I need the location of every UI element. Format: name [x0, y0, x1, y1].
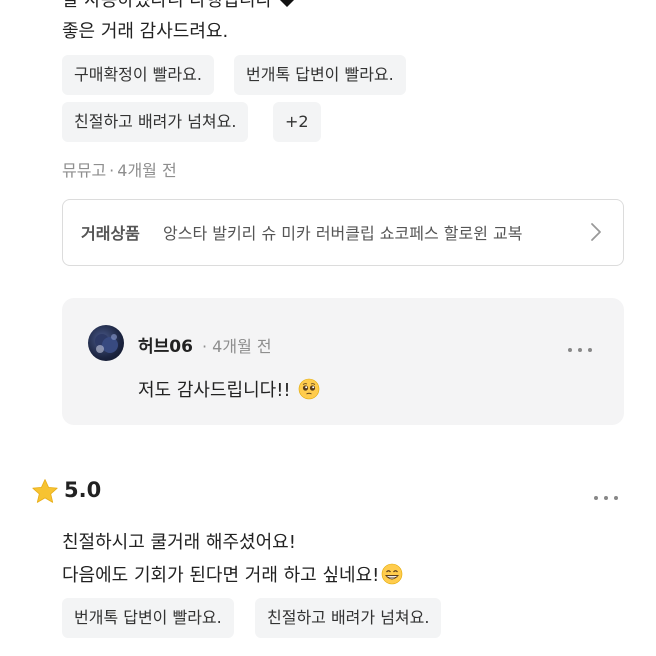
review-text-line-cut: 잘 사용하셨다니 다행입니다 [62, 0, 296, 12]
review-tag: 친절하고 배려가 넘쳐요. [255, 598, 442, 638]
more-icon[interactable] [594, 487, 628, 500]
rating-value: 5.0 [64, 478, 102, 502]
grinning-face-emoji [382, 563, 403, 585]
reply-text: 저도 감사드립니다!! [138, 376, 320, 402]
avatar-image [95, 334, 118, 353]
avatar[interactable] [88, 325, 124, 361]
review-text-line: 친절하시고 쿨거래 해주셨어요! [62, 532, 296, 553]
more-icon[interactable] [568, 339, 602, 352]
star-icon [32, 479, 58, 503]
review-meta: 뮤뮤고 · 4개월 전 [62, 161, 177, 180]
product-name: 앙스타 발키리 슈 미카 러버클립 쇼코페스 할로윈 교복 [163, 224, 523, 243]
reply-time: · 4개월 전 [202, 337, 272, 356]
more-tags-button[interactable]: +2 [273, 102, 321, 142]
review-tag: 번개톡 답변이 빨라요. [234, 55, 406, 95]
review-tag: 번개톡 답변이 빨라요. [62, 598, 234, 638]
product-card[interactable]: 거래상품 앙스타 발키리 슈 미카 러버클립 쇼코페스 할로윈 교복 [62, 199, 624, 266]
heart-icon [279, 0, 294, 7]
review-author[interactable]: 뮤뮤고 [62, 161, 106, 180]
chevron-right-icon [591, 223, 601, 241]
seller-reply: 허브06 · 4개월 전 저도 감사드립니다!! [62, 298, 624, 425]
review-tag: 친절하고 배려가 넘쳐요. [62, 102, 249, 142]
review-text-line: 다음에도 기회가 된다면 거래 하고 싶네요! [62, 561, 403, 587]
reply-author[interactable]: 허브06 [138, 332, 193, 357]
review-tag: 구매확정이 빨라요. [62, 55, 214, 95]
product-label: 거래상품 [81, 224, 140, 243]
review-time: 4개월 전 [117, 161, 177, 180]
review-text: 좋은 거래 감사드려요. [62, 21, 229, 42]
pleading-face-emoji [299, 378, 320, 400]
